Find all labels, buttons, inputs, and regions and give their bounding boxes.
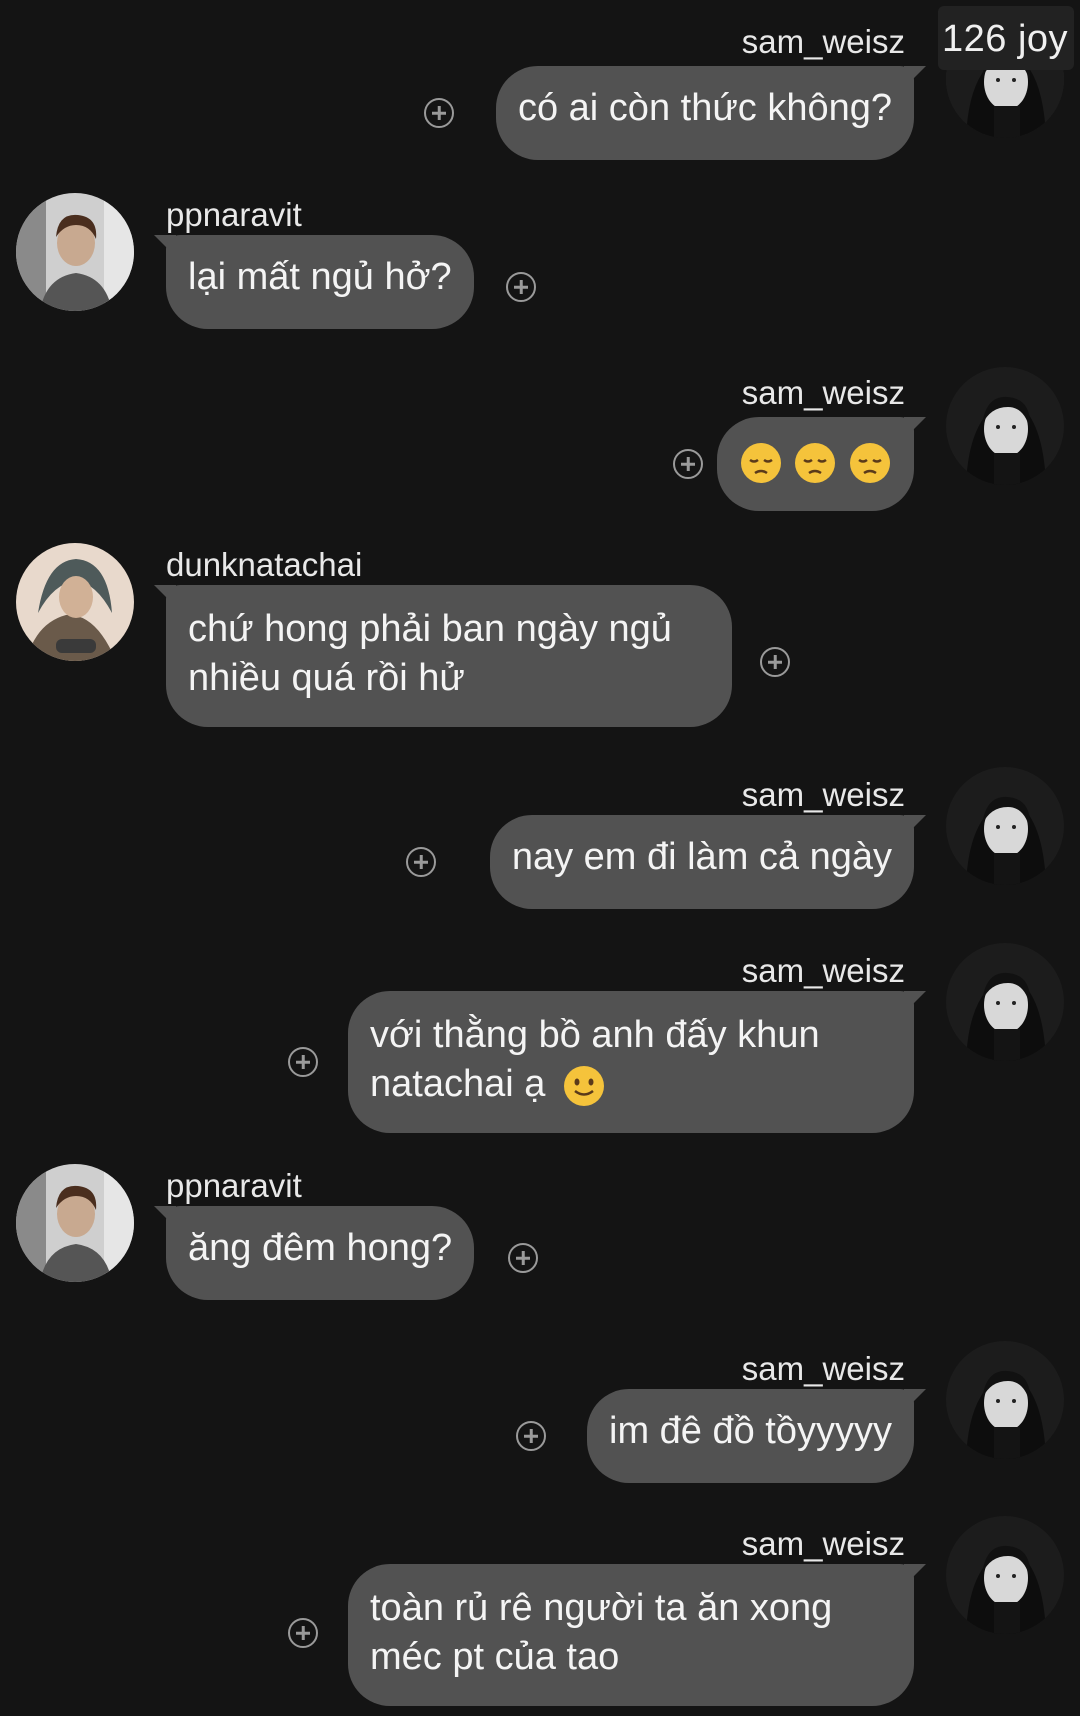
avatar-woman-image xyxy=(946,767,1064,885)
avatar[interactable] xyxy=(946,767,1064,885)
username[interactable]: ppnaravit xyxy=(166,195,302,235)
message-text: có ai còn thức không? xyxy=(517,87,892,129)
message-bubble[interactable]: ăng đêm hong? xyxy=(166,1206,475,1300)
pensive-face-icon xyxy=(795,442,836,483)
add-reaction-icon[interactable] xyxy=(508,1243,538,1273)
avatar-woman-image xyxy=(946,1516,1064,1634)
pensive-face-icon xyxy=(850,442,890,483)
avatar[interactable] xyxy=(16,1164,134,1282)
message-text-line: natachai ạ xyxy=(370,1060,892,1109)
message-text-line: với thằng bồ anh đấy khun xyxy=(370,1014,820,1056)
message-text: nay em đi làm cả ngày xyxy=(511,836,892,878)
message-text-line: méc pt của tao xyxy=(370,1636,620,1678)
avatar[interactable] xyxy=(16,543,134,661)
add-reaction-icon[interactable] xyxy=(288,1618,318,1648)
message-text-line: chứ hong phải ban ngày ngủ xyxy=(188,608,672,650)
reaction-count-label: 126 joy xyxy=(942,18,1069,60)
message-bubble[interactable] xyxy=(716,417,914,511)
add-reaction-icon[interactable] xyxy=(424,98,454,128)
message-bubble[interactable]: im đê đồ tồyyyyy xyxy=(587,1389,914,1483)
message-bubble[interactable]: với thằng bồ anh đấy khun natachai ạ xyxy=(348,991,914,1133)
add-reaction-icon[interactable] xyxy=(673,449,703,479)
message-text: ăng đêm hong? xyxy=(188,1227,453,1269)
add-reaction-icon[interactable] xyxy=(516,1421,546,1451)
message-text: lại mất ngủ hở? xyxy=(188,256,452,298)
add-reaction-icon[interactable] xyxy=(760,647,790,677)
username[interactable]: sam_weisz xyxy=(742,775,905,815)
avatar[interactable] xyxy=(946,367,1064,485)
avatar[interactable] xyxy=(946,943,1064,1061)
avatar[interactable] xyxy=(946,1516,1064,1634)
message-bubble[interactable]: có ai còn thức không? xyxy=(495,66,914,160)
message-text-line: toàn rủ rê người ta ăn xong xyxy=(370,1587,833,1629)
message-bubble[interactable]: lại mất ngủ hở? xyxy=(166,235,474,329)
slightly-smiling-face-icon xyxy=(563,1065,604,1106)
username[interactable]: sam_weisz xyxy=(742,373,905,413)
message-bubble[interactable]: nay em đi làm cả ngày xyxy=(489,815,914,909)
avatar[interactable] xyxy=(946,1341,1064,1459)
message-bubble[interactable]: chứ hong phải ban ngày ngủ nhiều quá rồi… xyxy=(166,585,732,727)
username[interactable]: sam_weisz xyxy=(742,951,905,991)
reaction-count-badge[interactable]: 126 joy xyxy=(938,6,1074,70)
message-bubble[interactable]: toàn rủ rê người ta ăn xong méc pt của t… xyxy=(348,1564,914,1706)
add-reaction-icon[interactable] xyxy=(288,1047,318,1077)
emoji-row xyxy=(739,440,892,483)
avatar-man-scarf-image xyxy=(16,543,134,661)
add-reaction-icon[interactable] xyxy=(506,272,536,302)
avatar[interactable] xyxy=(16,193,134,311)
username[interactable]: ppnaravit xyxy=(166,1166,302,1206)
pensive-face-icon xyxy=(740,442,781,483)
username[interactable]: dunknatachai xyxy=(166,545,362,585)
avatar-woman-image xyxy=(946,943,1064,1061)
chat-thread: 126 joy sam_weisz có ai còn thức không? xyxy=(0,0,1080,1716)
username[interactable]: sam_weisz xyxy=(742,22,905,62)
avatar-woman-image xyxy=(946,367,1064,485)
add-reaction-icon[interactable] xyxy=(406,847,436,877)
avatar-man-image xyxy=(16,193,134,311)
message-text: im đê đồ tồyyyyy xyxy=(609,1410,892,1452)
avatar-woman-image xyxy=(946,1341,1064,1459)
message-text-line: nhiều quá rồi hử xyxy=(188,657,465,699)
username[interactable]: sam_weisz xyxy=(742,1524,905,1564)
username[interactable]: sam_weisz xyxy=(742,1349,905,1389)
avatar-man-image xyxy=(16,1164,134,1282)
